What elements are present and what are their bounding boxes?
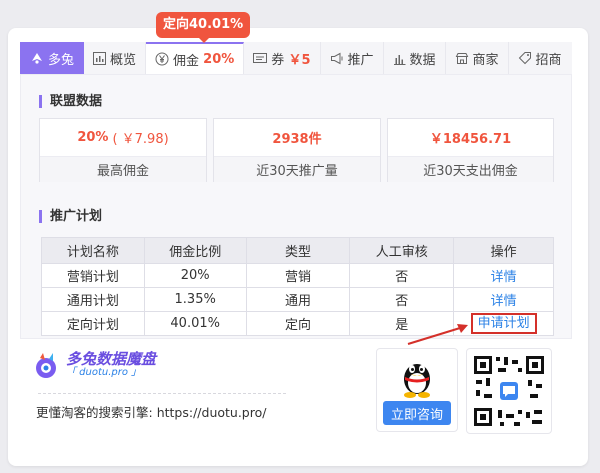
stat-30d-volume: 2938件 近30天推广量 [213,118,381,182]
action-cell: 详情 [453,287,554,312]
tab-label: 券 [271,52,285,68]
apply-plan-link[interactable]: 申请计划 [470,313,537,334]
cell: 20% [143,263,247,288]
duotu-rabbit-icon [36,353,56,378]
stat-label: 近30天推广量 [214,157,380,182]
divider [38,393,286,394]
cell: 否 [349,263,455,288]
cell: 1.35% [143,287,247,312]
plan-table: 计划名称 佣金比例 类型 人工审核 操作 营销计划 20% 营销 否 详情 通用… [41,237,554,336]
col-action: 操作 [453,237,554,264]
qq-consult-card: 立即咨询 [376,348,458,432]
col-manual-review: 人工审核 [349,237,455,264]
stat-value: ￥18456.71 [388,119,553,157]
cell: 通用 [245,287,351,312]
consult-now-button[interactable]: 立即咨询 [383,401,451,425]
col-commission-rate: 佣金比例 [143,237,247,264]
coupon-icon [253,52,268,64]
qq-penguin-icon [404,364,430,398]
cell: 营销 [245,263,351,288]
details-link[interactable]: 详情 [491,294,517,309]
tab-coupon[interactable]: 券 ￥5 [244,42,321,74]
cell: 否 [349,287,455,312]
alliance-data-title: 联盟数据 [39,95,102,108]
yen-icon [155,52,169,66]
tab-label: 招商 [535,52,562,68]
commission-panel: 联盟数据 20%( ￥7.98) 最高佣金 2938件 近30天推广量 ￥184… [20,74,572,339]
tab-promotion[interactable]: 推广 [321,42,384,74]
duotu-logo-icon [30,51,44,65]
logo-url: 「 duotu.pro 」 [66,367,142,378]
stat-sub: ( ￥7.98) [112,132,169,147]
stat-max-commission: 20%( ￥7.98) 最高佣金 [39,118,207,182]
shop-icon [455,52,469,65]
tab-label: 概览 [110,52,137,68]
cell: 定向计划 [41,311,145,336]
stat-number: 20% [77,130,109,145]
tab-bar: 多兔 概览 佣金 20% 券 ￥5 推广 数据 商家 招商 [20,42,572,74]
directed-plan-badge: 定向40.01% [156,12,251,43]
tab-overview[interactable]: 概览 [84,42,147,74]
tab-label: 数据 [409,52,436,68]
bar-chart-icon [393,52,406,65]
col-type: 类型 [245,237,351,264]
cell: 定向 [245,311,351,336]
stat-30d-spend: ￥18456.71 近30天支出佣金 [387,118,554,182]
cell: 40.01% [143,311,247,336]
tag-icon [518,51,532,65]
tab-data[interactable]: 数据 [384,42,446,74]
slogan-text: 更懂淘客的搜索引擎: [36,405,153,420]
table-row: 通用计划 1.35% 通用 否 详情 [41,287,554,312]
tab-duotu[interactable]: 多兔 [20,42,84,74]
slogan: 更懂淘客的搜索引擎: https://duotu.pro/ [36,402,266,421]
table-row: 定向计划 40.01% 定向 是 申请计划 [41,311,554,336]
table-header-row: 计划名称 佣金比例 类型 人工审核 操作 [41,237,554,264]
table-row: 营销计划 20% 营销 否 详情 [41,263,554,288]
cell: 通用计划 [41,287,145,312]
coupon-value: ￥5 [288,52,311,68]
tab-commission[interactable]: 佣金 20% [146,42,245,74]
stat-label: 最高佣金 [40,157,206,182]
tab-label: 商家 [472,52,499,68]
qr-code-icon [472,354,546,428]
stat-label: 近30天支出佣金 [388,157,553,182]
promo-plans-title: 推广计划 [39,210,102,223]
stat-value: 20%( ￥7.98) [40,119,206,157]
cell: 营销计划 [41,263,145,288]
action-cell: 详情 [453,263,554,288]
stat-value: 2938件 [214,119,380,157]
annotation-arrow-icon [407,324,468,346]
duotu-logo[interactable]: 多兔数据魔盘 「 duotu.pro 」 [32,352,156,380]
tab-label: 多兔 [47,52,74,68]
tab-merchant[interactable]: 商家 [446,42,509,74]
col-plan-name: 计划名称 [41,237,145,264]
tab-label: 佣金 [173,53,200,69]
commission-rate: 20% [203,51,235,67]
megaphone-icon [330,52,344,65]
duotu-site-link[interactable]: https://duotu.pro/ [157,405,267,420]
tab-label: 推广 [347,52,374,68]
chart-icon [93,51,106,65]
logo-title: 多兔数据魔盘 [66,350,157,368]
tab-recruit[interactable]: 招商 [509,42,571,74]
qr-code [466,348,552,434]
details-link[interactable]: 详情 [491,270,517,285]
